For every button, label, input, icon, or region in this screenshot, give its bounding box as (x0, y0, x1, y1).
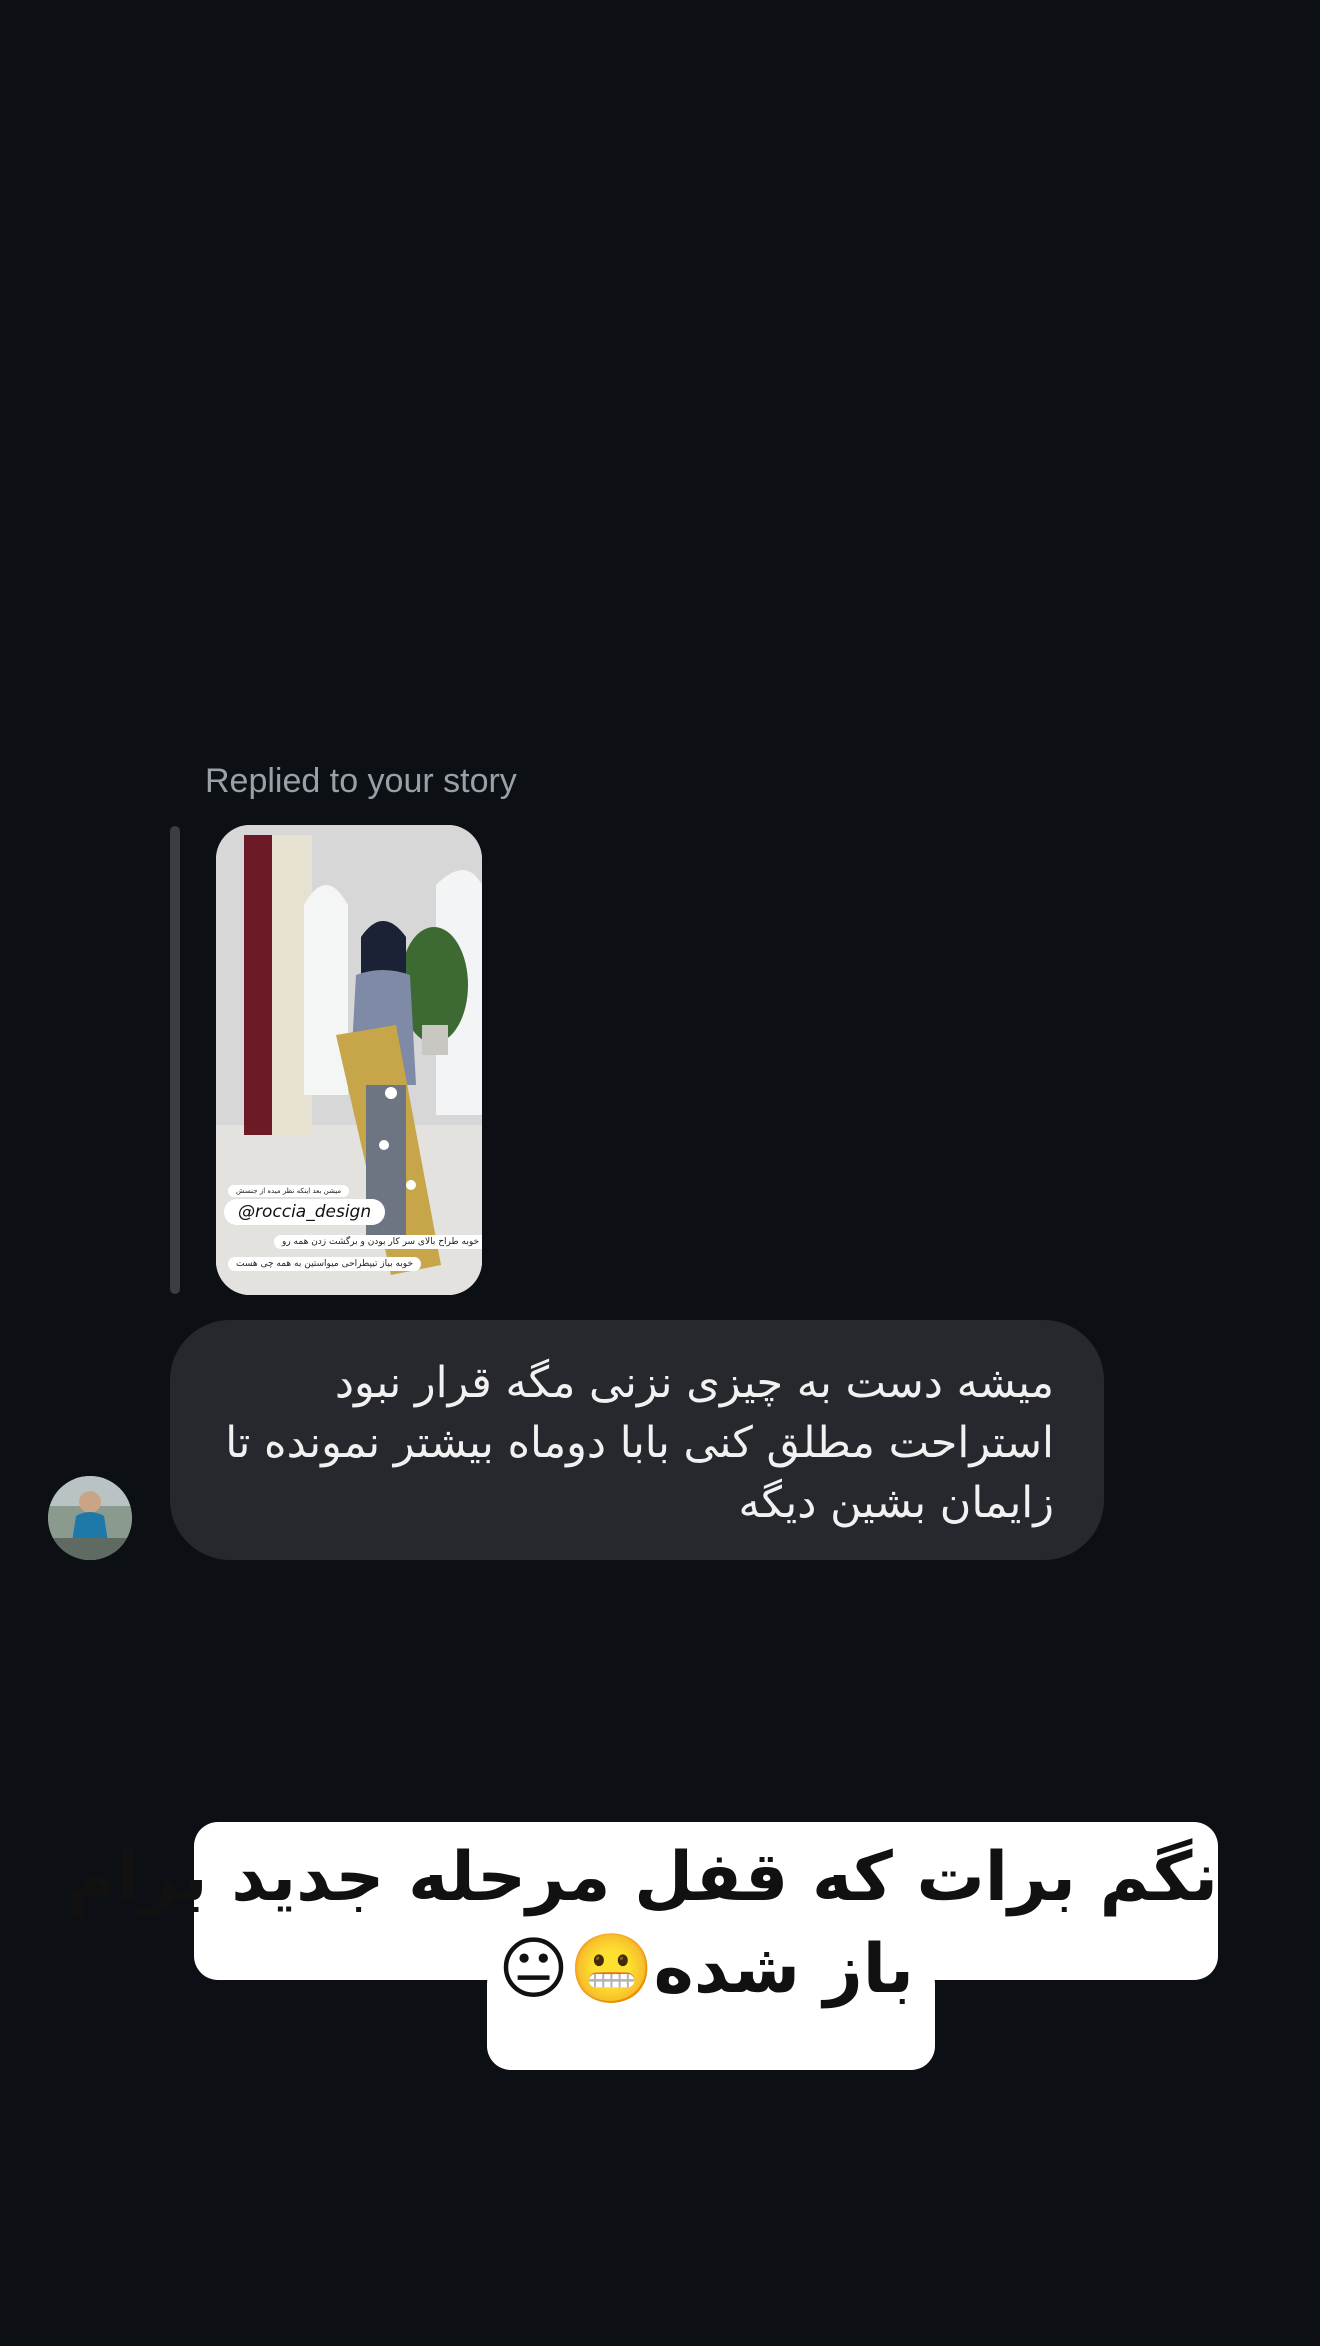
sender-avatar[interactable] (48, 1476, 132, 1560)
message-line-3: زایمان بشین دیگه (738, 1478, 1054, 1528)
message-bubble[interactable]: میشه دست به چیزی نزنی مگه قرار نبود استر… (170, 1320, 1104, 1560)
reply-indicator-bar (170, 826, 180, 1294)
story-caption-1: میشن بعد اینکه نظر میده از جنسش (228, 1185, 350, 1197)
message-line-2: استراحت مطلق کنی بابا دوماه بیشتر نمونده… (225, 1418, 1054, 1468)
story-mention-tag: @roccia_design (224, 1199, 386, 1225)
replied-to-story-label: Replied to your story (205, 762, 517, 800)
caption-line-2: باز شده😬😐 (498, 1930, 914, 2009)
story-caption-2: خوبه طراح بالای سر کار بودن و برگشت زدن … (274, 1235, 482, 1249)
story-caption-3: خوبه بیاز تیپطراحی میواستین به همه چی هس… (228, 1257, 422, 1271)
avatar-image (48, 1476, 132, 1560)
message-line-1: میشه دست به چیزی نزنی مگه قرار نبود (334, 1358, 1054, 1408)
story-thumbnail[interactable]: میشن بعد اینکه نظر میده از جنسش @roccia_… (216, 825, 482, 1295)
caption-line-1: نگم برات که قفل مرحله جدید برام (66, 1838, 1218, 1917)
overlay-caption: نگم برات که قفل مرحله جدید برام باز شده😬… (66, 1832, 1218, 2016)
